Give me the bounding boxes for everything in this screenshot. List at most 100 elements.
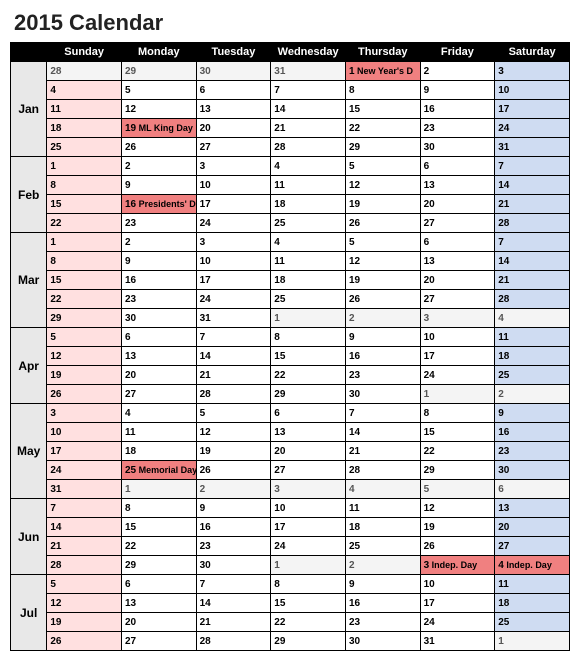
day-cell: 5 — [121, 81, 196, 100]
day-number: 13 — [424, 256, 435, 267]
day-cell: 28 — [495, 290, 570, 309]
day-cell: 12 — [47, 594, 122, 613]
day-cell: 11 — [271, 252, 346, 271]
day-cell: 21 — [345, 442, 420, 461]
day-number: 11 — [349, 503, 360, 514]
day-number: 5 — [349, 161, 355, 172]
day-number: 9 — [498, 408, 504, 419]
day-cell: 7 — [495, 157, 570, 176]
day-number: 15 — [125, 522, 136, 533]
day-number: 20 — [424, 199, 435, 210]
day-cell: 8 — [345, 81, 420, 100]
day-number: 31 — [498, 142, 509, 153]
day-cell: 15 — [271, 347, 346, 366]
day-cell: 16 — [345, 347, 420, 366]
header-sunday: Sunday — [47, 43, 122, 62]
day-number: 31 — [274, 66, 285, 77]
day-number: 28 — [274, 142, 285, 153]
day-cell: 13 — [196, 100, 271, 119]
day-number: 17 — [50, 446, 61, 457]
day-cell: 1 — [271, 556, 346, 575]
day-cell: 27 — [420, 290, 495, 309]
day-cell: 27 — [271, 461, 346, 480]
day-cell: 17 — [271, 518, 346, 537]
day-number: 8 — [50, 180, 56, 191]
day-cell: 26 — [345, 290, 420, 309]
day-cell: 1 New Year's D — [345, 62, 420, 81]
day-cell: 28 — [495, 214, 570, 233]
day-cell: 29 — [271, 632, 346, 651]
day-cell: 12 — [121, 100, 196, 119]
day-number: 26 — [125, 142, 136, 153]
day-cell: 12 — [47, 347, 122, 366]
day-cell: 29 — [271, 385, 346, 404]
day-cell: 3 — [420, 309, 495, 328]
day-number: 2 — [349, 560, 355, 571]
day-cell: 3 Indep. Day — [420, 556, 495, 575]
day-number: 16 — [125, 275, 136, 286]
day-cell: 4 — [47, 81, 122, 100]
day-number: 3 — [200, 237, 206, 248]
day-cell: 28 — [47, 556, 122, 575]
event-label: Memorial Day — [136, 465, 196, 475]
day-number: 28 — [498, 294, 509, 305]
header-month — [11, 43, 47, 62]
day-number: 30 — [349, 636, 360, 647]
day-cell: 1 — [121, 480, 196, 499]
day-cell: 5 — [196, 404, 271, 423]
day-cell: 23 — [345, 613, 420, 632]
day-cell: 4 — [495, 309, 570, 328]
day-number: 23 — [125, 218, 136, 229]
day-cell: 27 — [121, 632, 196, 651]
day-number: 19 — [125, 123, 136, 134]
day-number: 23 — [498, 446, 509, 457]
day-number: 30 — [498, 465, 509, 476]
day-number: 19 — [349, 199, 360, 210]
day-number: 9 — [125, 180, 131, 191]
day-cell: 29 — [420, 461, 495, 480]
day-number: 18 — [125, 446, 136, 457]
day-number: 18 — [50, 123, 61, 134]
day-number: 4 — [349, 484, 355, 495]
day-cell: 8 — [420, 404, 495, 423]
day-cell: 22 — [420, 442, 495, 461]
day-number: 28 — [349, 465, 360, 476]
day-cell: 21 — [196, 366, 271, 385]
day-cell: 24 — [47, 461, 122, 480]
day-number: 1 — [50, 237, 56, 248]
day-cell: 6 — [420, 157, 495, 176]
day-number: 17 — [200, 275, 211, 286]
day-number: 10 — [424, 332, 435, 343]
month-label-jan: Jan — [11, 62, 47, 157]
day-number: 1 — [274, 560, 280, 571]
day-number: 22 — [50, 218, 61, 229]
day-number: 16 — [125, 199, 136, 210]
header-monday: Monday — [121, 43, 196, 62]
day-cell: 30 — [495, 461, 570, 480]
day-cell: 9 — [495, 404, 570, 423]
day-number: 30 — [125, 313, 136, 324]
day-cell: 30 — [121, 309, 196, 328]
day-number: 5 — [349, 237, 355, 248]
day-cell: 8 — [271, 575, 346, 594]
day-cell: 23 — [420, 119, 495, 138]
day-cell: 16 — [345, 594, 420, 613]
day-number: 30 — [200, 66, 211, 77]
day-number: 23 — [125, 294, 136, 305]
day-number: 14 — [349, 427, 360, 438]
day-cell: 10 — [495, 81, 570, 100]
day-number: 8 — [349, 85, 355, 96]
day-cell: 22 — [271, 366, 346, 385]
day-cell: 30 — [196, 62, 271, 81]
day-cell: 12 — [345, 176, 420, 195]
day-number: 20 — [424, 275, 435, 286]
day-cell: 26 — [121, 138, 196, 157]
day-cell: 20 — [420, 195, 495, 214]
day-cell: 9 — [345, 575, 420, 594]
day-number: 12 — [50, 598, 61, 609]
day-cell: 22 — [47, 290, 122, 309]
day-number: 13 — [498, 503, 509, 514]
day-number: 29 — [125, 66, 136, 77]
day-cell: 16 Presidents' D — [121, 195, 196, 214]
day-number: 6 — [200, 85, 206, 96]
